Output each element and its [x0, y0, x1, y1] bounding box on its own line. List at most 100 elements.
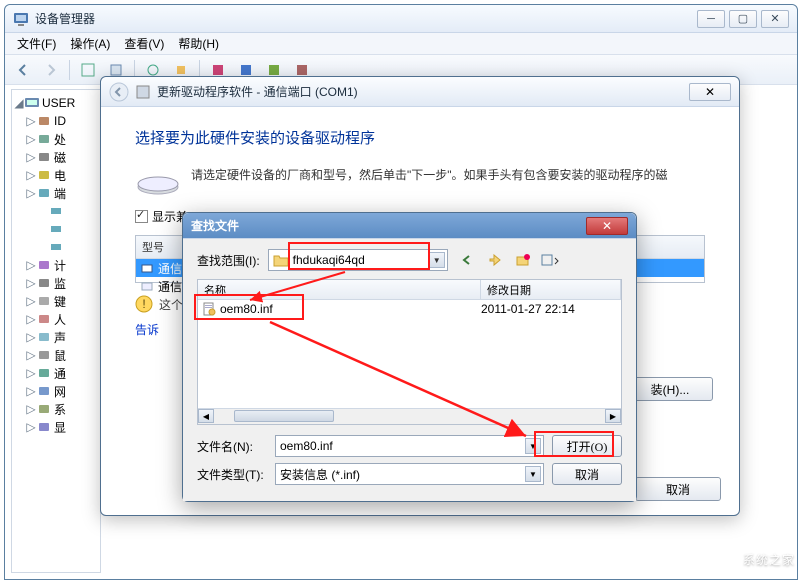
wizard-close-button[interactable]: ✕	[689, 83, 731, 101]
close-button[interactable]: ✕	[761, 10, 789, 28]
svg-text:!: !	[142, 297, 145, 311]
collapse-icon[interactable]: ◢	[14, 96, 24, 110]
expand-icon[interactable]: ▷	[26, 276, 36, 290]
tree-subitem[interactable]	[14, 238, 98, 256]
expand-icon[interactable]: ▷	[26, 132, 36, 146]
h-scrollbar[interactable]: ◀ ▶	[198, 408, 621, 424]
file-titlebar[interactable]: 查找文件 ✕	[183, 213, 636, 239]
chevron-down-icon[interactable]: ▼	[525, 438, 541, 454]
chevron-down-icon[interactable]: ▼	[525, 466, 541, 482]
filetype-combo[interactable]: 安装信息 (*.inf) ▼	[275, 463, 544, 485]
wizard-cancel-button[interactable]: 取消	[635, 477, 721, 501]
menu-help[interactable]: 帮助(H)	[172, 33, 225, 54]
file-cancel-button[interactable]: 取消	[552, 463, 622, 485]
new-folder-icon[interactable]	[512, 250, 534, 270]
window-title: 设备管理器	[35, 10, 697, 27]
filename-label: 文件名(N):	[197, 438, 267, 455]
tree-item-label: 系	[54, 401, 66, 418]
device-icon	[36, 311, 52, 327]
titlebar[interactable]: 设备管理器 ─ ▢ ✕	[5, 5, 797, 33]
expand-icon[interactable]: ▷	[26, 168, 36, 182]
tree-item[interactable]: ▷键	[14, 292, 98, 310]
tree-item-label: 鼠	[54, 347, 66, 364]
expand-icon[interactable]: ▷	[26, 348, 36, 362]
tree-item[interactable]: ▷端	[14, 184, 98, 202]
tree-item[interactable]: ▷ ID	[14, 112, 98, 130]
look-in-combo[interactable]: fhdukaqi64qd ▼	[268, 249, 448, 271]
tree-item-label: 计	[54, 257, 66, 274]
tree-item[interactable]: ▷人	[14, 310, 98, 328]
minimize-button[interactable]: ─	[697, 10, 725, 28]
scroll-left-icon[interactable]: ◀	[198, 409, 214, 423]
tree-subitem[interactable]	[14, 220, 98, 238]
tree-item-label: ID	[54, 114, 66, 128]
back-icon[interactable]	[456, 250, 478, 270]
tree-item[interactable]: ▷处	[14, 130, 98, 148]
expand-icon[interactable]: ▷	[26, 420, 36, 434]
tree-root-label: USER	[42, 96, 75, 110]
device-icon	[36, 365, 52, 381]
file-row[interactable]: oem80.inf 2011-01-27 22:14	[198, 300, 621, 318]
wizard-titlebar[interactable]: 更新驱动程序软件 - 通信端口 (COM1) ✕	[101, 77, 739, 107]
file-list[interactable]: 名称 修改日期 oem80.inf 2011-01-27 22:14 ◀ ▶	[197, 279, 622, 425]
tree-item[interactable]: ▷通	[14, 364, 98, 382]
tree-root[interactable]: ◢ USER	[14, 94, 98, 112]
tree-item[interactable]: ▷磁	[14, 148, 98, 166]
expand-icon[interactable]: ▷	[26, 294, 36, 308]
tree-item[interactable]: ▷鼠	[14, 346, 98, 364]
maximize-button[interactable]: ▢	[729, 10, 757, 28]
tree-item[interactable]: ▷声	[14, 328, 98, 346]
tree-item-label: 电	[54, 167, 66, 184]
back-button[interactable]	[11, 58, 35, 82]
expand-icon[interactable]: ▷	[26, 114, 36, 128]
menu-view[interactable]: 查看(V)	[118, 33, 170, 54]
forward-button[interactable]	[39, 58, 63, 82]
file-name: oem80.inf	[220, 302, 273, 316]
tell-me-link[interactable]: 告诉	[135, 321, 159, 338]
expand-icon[interactable]: ▷	[26, 258, 36, 272]
expand-icon[interactable]: ▷	[26, 384, 36, 398]
scroll-right-icon[interactable]: ▶	[605, 409, 621, 423]
app-icon	[13, 11, 29, 27]
open-button[interactable]: 打开(O)	[552, 435, 622, 457]
wizard-paragraph: 请选定硬件设备的厂商和型号，然后单击"下一步"。如果手头有包含要安装的驱动程序的…	[191, 166, 668, 184]
expand-icon[interactable]: ▷	[26, 330, 36, 344]
tree-item[interactable]: ▷网	[14, 382, 98, 400]
tree-item[interactable]: ▷计	[14, 256, 98, 274]
tree-item-label: 声	[54, 329, 66, 346]
file-close-button[interactable]: ✕	[586, 217, 628, 235]
tree-item[interactable]: ▷电	[14, 166, 98, 184]
tree-item[interactable]: ▷监	[14, 274, 98, 292]
look-in-label: 查找范围(I):	[197, 252, 260, 269]
tree-item[interactable]: ▷系	[14, 400, 98, 418]
col-date[interactable]: 修改日期	[481, 280, 621, 299]
have-disk-button[interactable]: 装(H)...	[627, 377, 713, 401]
expand-icon[interactable]: ▷	[26, 366, 36, 380]
expand-icon[interactable]: ▷	[26, 402, 36, 416]
file-dialog-title: 查找文件	[191, 217, 586, 234]
device-icon	[36, 347, 52, 363]
expand-icon[interactable]: ▷	[26, 186, 36, 200]
tree-subitem[interactable]	[14, 202, 98, 220]
checkbox-checked-icon[interactable]	[135, 210, 148, 223]
tree-item[interactable]: ▷显	[14, 418, 98, 436]
menu-file[interactable]: 文件(F)	[11, 33, 62, 54]
up-icon[interactable]	[484, 250, 506, 270]
view-menu-icon[interactable]	[540, 250, 562, 270]
back-arrow-icon[interactable]	[109, 82, 129, 102]
expand-icon[interactable]: ▷	[26, 312, 36, 326]
filename-input[interactable]: oem80.inf ▼	[275, 435, 544, 457]
wizard-title: 更新驱动程序软件 - 通信端口 (COM1)	[157, 83, 689, 100]
device-icon	[36, 275, 52, 291]
menu-action[interactable]: 操作(A)	[64, 33, 116, 54]
chevron-down-icon[interactable]: ▼	[429, 252, 445, 268]
col-name[interactable]: 名称	[198, 280, 481, 299]
tree-item-label: 键	[54, 293, 66, 310]
expand-icon[interactable]: ▷	[26, 150, 36, 164]
device-tree[interactable]: ◢ USER ▷ID▷处▷磁▷电▷端▷计▷监▷键▷人▷声▷鼠▷通▷网▷系▷显	[11, 89, 101, 573]
wizard-heading: 选择要为此硬件安装的设备驱动程序	[135, 127, 705, 148]
scroll-thumb[interactable]	[234, 410, 334, 422]
file-date: 2011-01-27 22:14	[481, 302, 621, 316]
tree-item-label: 处	[54, 131, 66, 148]
tb-scan[interactable]	[76, 58, 100, 82]
